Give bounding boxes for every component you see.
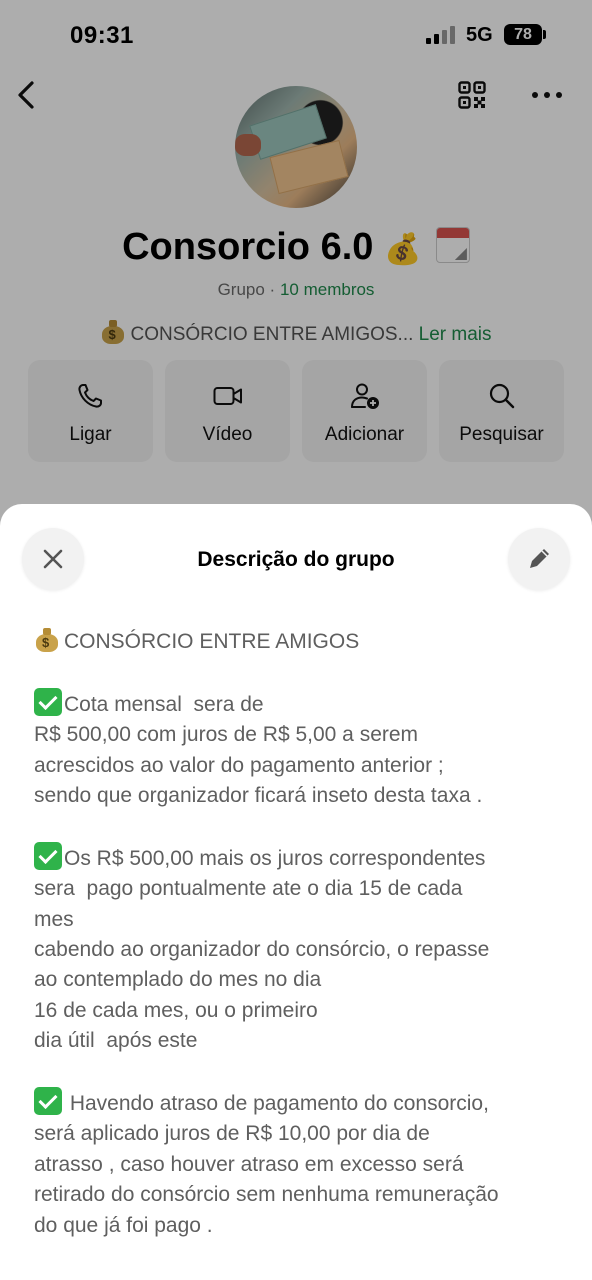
description-paragraph: Havendo atraso de pagamento do consorcio…: [34, 1087, 574, 1119]
check-icon: [34, 687, 62, 716]
call-label: Ligar: [69, 424, 112, 445]
description-line: ao contemplado do mes no dia: [34, 968, 322, 992]
search-label: Pesquisar: [459, 424, 544, 445]
members-link[interactable]: 10 membros: [280, 280, 374, 299]
group-description-sheet: Descrição do grupo CONSÓRCIO ENTRE AMIGO…: [0, 504, 592, 1280]
check-icon: [34, 841, 62, 870]
call-button[interactable]: Ligar: [28, 360, 153, 462]
read-more-link[interactable]: Ler mais: [419, 324, 492, 345]
description-heading: CONSÓRCIO ENTRE AMIGOS: [34, 626, 574, 657]
signal-icon: [426, 26, 456, 44]
add-member-button[interactable]: Adicionar: [302, 360, 427, 462]
group-avatar[interactable]: [235, 86, 357, 208]
avatar-hand: [235, 134, 261, 156]
group-name-text: Consorcio 6.0: [122, 226, 374, 268]
video-icon: [213, 387, 242, 405]
more-dots-icon: [532, 92, 562, 98]
status-bar: 09:31 5G 78: [0, 0, 592, 70]
money-bag-icon: [100, 318, 126, 344]
description-line: dia útil após este: [34, 1029, 198, 1053]
qr-code-icon: [458, 81, 486, 109]
group-type: Grupo: [217, 280, 265, 299]
description-line: 16 de cada mes, ou o primeiro: [34, 998, 318, 1022]
group-meta: Grupo · 10 membros: [0, 280, 592, 300]
back-button[interactable]: [12, 78, 42, 112]
qr-code-button[interactable]: [458, 81, 486, 109]
chevron-left-icon: [18, 81, 34, 109]
meta-separator: ·: [269, 280, 276, 299]
video-button[interactable]: Vídeo: [165, 360, 290, 462]
description-line: será aplicado juros de R$ 10,00 por dia …: [34, 1122, 430, 1146]
money-bag-icon: 💰: [383, 233, 422, 266]
video-label: Vídeo: [202, 424, 253, 445]
description-line: retirado do consórcio sem nenhuma remune…: [34, 1183, 499, 1207]
search-button[interactable]: Pesquisar: [439, 360, 564, 462]
more-options-button[interactable]: [532, 88, 562, 102]
search-icon: [489, 383, 514, 409]
action-buttons: Ligar Vídeo Adicionar Pesquisar: [28, 360, 564, 462]
pencil-icon: [530, 549, 549, 568]
description-preview-text: CONSÓRCIO ENTRE AMIGOS...: [130, 324, 414, 345]
phone-icon: [77, 384, 102, 408]
network-label: 5G: [466, 24, 493, 46]
description-line: R$ 500,00 com juros de R$ 5,00 a serem: [34, 723, 419, 747]
description-line: atrasso , caso houver atraso em excesso …: [34, 1152, 464, 1176]
battery-tip: [543, 30, 546, 39]
description-line: mes: [34, 907, 74, 931]
description-line: sera pago pontualmente ate o dia 15 de c…: [34, 877, 463, 901]
description-line: do que já foi pago .: [34, 1213, 213, 1237]
description-line: sendo que organizador ficará inseto dest…: [34, 784, 483, 808]
description-text: CONSÓRCIO ENTRE AMIGOS Cota mensal sera …: [34, 626, 574, 1241]
group-name: Consorcio 6.0 💰: [0, 226, 592, 269]
description-line: acrescidos ao valor do pagamento anterio…: [34, 753, 444, 777]
sheet-title: Descrição do grupo: [197, 548, 395, 571]
add-person-icon: [350, 383, 379, 409]
check-icon: [34, 1087, 62, 1116]
battery-icon: 78: [504, 24, 542, 45]
status-time: 09:31: [70, 22, 134, 49]
description-paragraph: Cota mensal sera de: [34, 687, 574, 720]
calendar-icon: [435, 226, 470, 263]
money-bag-icon: [34, 626, 60, 652]
edit-button[interactable]: [508, 528, 570, 590]
description-line: cabendo ao organizador do consórcio, o r…: [34, 938, 490, 962]
add-member-label: Adicionar: [324, 424, 405, 445]
description-preview[interactable]: CONSÓRCIO ENTRE AMIGOS... Ler mais: [0, 318, 592, 346]
description-paragraph: Os R$ 500,00 mais os juros correspondent…: [34, 841, 574, 874]
